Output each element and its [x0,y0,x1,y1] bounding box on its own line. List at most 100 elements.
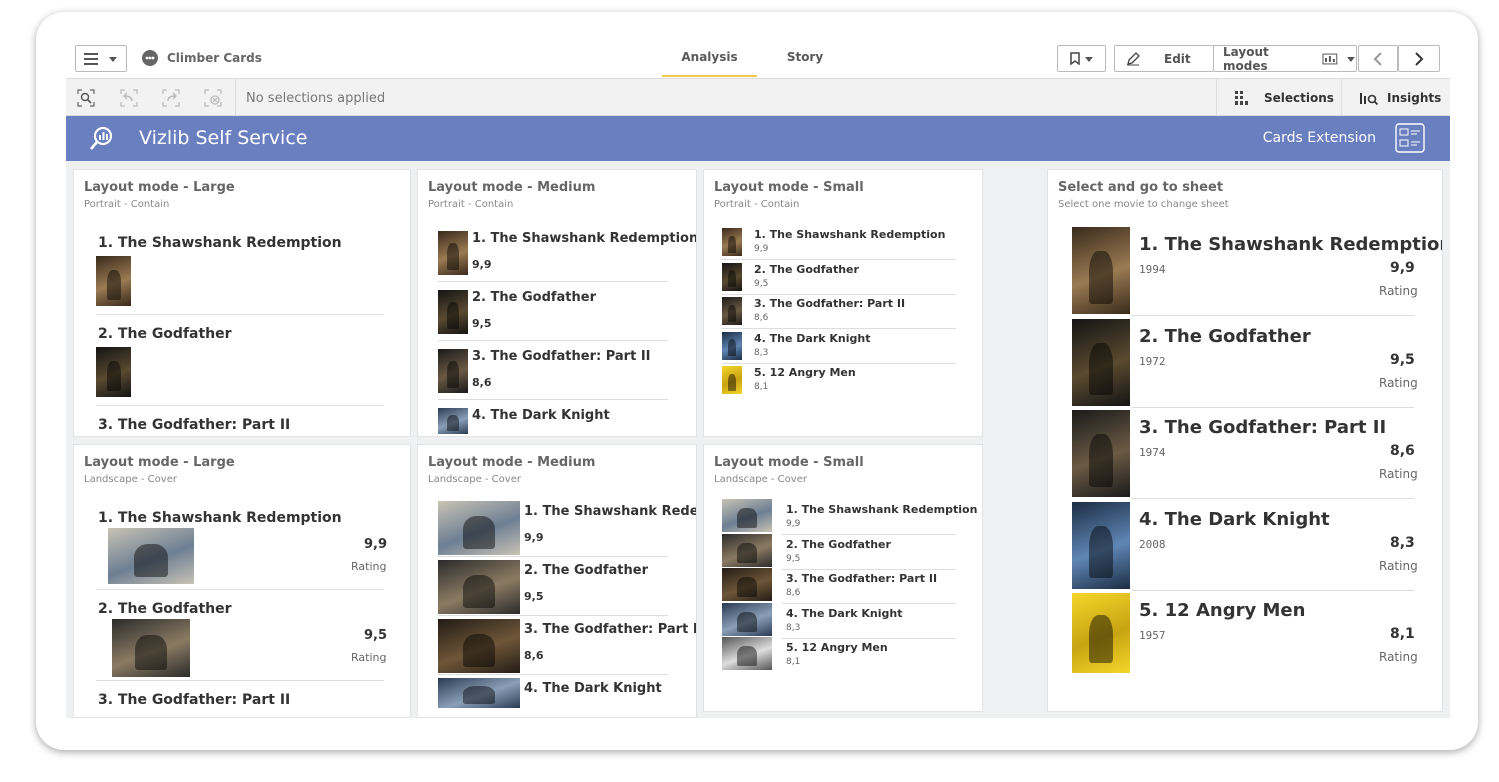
movie-rating: 8,6 [1390,443,1415,459]
movie-rating: 9,9 [472,258,492,271]
card-separator [782,568,956,570]
cards-panel-small-landscape: Layout mode - Small Landscape - Cover 1. T… [703,444,983,712]
chevron-left-icon [1373,51,1382,66]
next-sheet-button[interactable] [1398,45,1440,72]
movie-rating: 8,1 [786,657,801,667]
hamburger-icon [84,52,98,65]
layout-modes-label: Layout modes [1223,44,1269,73]
movie-rating: 8,1 [754,382,769,392]
movie-thumbnail [96,347,131,397]
step-back-icon[interactable] [120,89,138,107]
cards-panel-large-portrait: Layout mode - Large Portrait - Contain 1. … [73,169,411,437]
movie-title: 2. The Godfather [754,262,859,276]
tab-story[interactable]: Story [774,50,836,64]
edit-label: Edit [1164,51,1191,66]
edit-button[interactable]: Edit [1114,45,1214,72]
card-separator [782,534,956,535]
card-separator [722,293,956,295]
movie-thumbnail [722,297,742,325]
rating-label: Rating [351,651,387,664]
movie-thumbnail [722,637,772,670]
thumbnail-figure [1089,251,1113,304]
pencil-icon [1127,51,1140,65]
card-separator [1132,315,1414,316]
thumbnail-figure [1089,434,1113,487]
card-separator [438,556,668,557]
movie-year: 1972 [1139,354,1166,368]
movie-year: 2008 [1139,537,1166,551]
movie-rating: 9,9 [754,244,769,254]
rating-label: Rating [1379,558,1418,573]
cards-panel-medium-portrait: Layout mode - Medium Portrait - Contain 1.… [417,169,697,437]
thumbnail-figure [106,361,121,391]
movie-title: 4. The Dark Knight [524,681,662,696]
panel-title: Layout mode - Large [84,180,235,195]
selections-button[interactable]: Selections [1216,79,1341,117]
movie-thumbnail [108,528,194,584]
movie-thumbnail [722,533,772,567]
movie-title: 3. The Godfather: Part II [98,692,291,708]
movie-rating: 8,6 [786,588,801,598]
layout-icon [1322,53,1338,64]
qlik-app: Climber Cards Analysis Story Edit Layout… [66,38,1450,718]
thumbnail-figure [133,543,169,578]
movie-rating: 9,5 [364,628,388,643]
movie-rating: 9,5 [524,590,544,603]
bookmarks-button[interactable] [1057,45,1106,72]
panel-subtitle: Portrait - Contain [428,199,514,210]
thumbnail-figure [447,415,459,431]
movie-rating: 9,5 [786,553,801,564]
movie-title: 4. The Dark Knight [1139,508,1330,530]
insights-button[interactable]: Insights [1341,79,1450,117]
movie-title: 3. The Godfather: Part II [472,349,651,364]
tab-analysis[interactable]: Analysis [662,50,757,77]
movie-year: 1957 [1139,629,1166,642]
card-separator [722,362,956,364]
card-separator [722,259,956,260]
panel-title: Layout mode - Medium [428,455,596,470]
thumbnail-figure [737,611,757,632]
navigation-menu-button[interactable] [75,45,127,72]
movie-title: 2. The Godfather [98,326,232,342]
thumbnail-figure [462,634,496,667]
movie-title: 2. The Godfather [472,290,597,305]
chevron-right-icon [1415,51,1424,66]
movie-rating: 8,3 [754,347,769,358]
caret-down-icon [1347,56,1356,62]
movie-rating: 8,6 [524,649,544,662]
panel-title: Layout mode - Large [84,455,235,470]
movie-thumbnail [96,256,131,306]
movie-thumbnail [722,568,772,601]
step-forward-icon[interactable] [162,89,180,107]
banner-right-label: Cards Extension [1262,130,1376,146]
movie-thumbnail [722,366,742,394]
selections-bar: No selections applied Selections Insight… [66,78,1450,117]
movie-title: 1. The Shawshank Redemption [754,228,946,241]
thumbnail-figure [1089,615,1113,664]
insights-icon [1360,93,1379,106]
card-separator [438,674,668,675]
cards-panel-medium-landscape: Layout mode - Medium Landscape - Cover 1. … [417,444,697,718]
movie-thumbnail [438,290,468,334]
panel-title: Layout mode - Medium [428,180,596,195]
panel-title: Layout mode - Small [714,455,864,470]
layout-modes-button[interactable]: Layout modes [1213,44,1357,73]
thumbnail-figure [728,235,736,253]
caret-down-icon [109,56,117,62]
card-separator [438,615,668,616]
thumbnail-figure [737,577,757,598]
movie-title: 4. The Dark Knight [786,606,903,620]
movie-thumbnail [722,499,772,532]
app-logo-icon [142,50,158,66]
previous-sheet-button[interactable] [1358,45,1398,72]
clear-selections-icon[interactable] [204,89,222,107]
movie-title: 2. The Godfather [98,601,232,617]
movie-thumbnail [438,501,520,555]
movie-rating: 9,9 [364,537,388,552]
movie-rating: 9,9 [786,519,801,529]
smart-search-icon[interactable] [77,89,95,107]
rating-label: Rating [1379,650,1418,664]
movie-thumbnail [112,619,190,677]
movie-title: 1. The Shawshank Redemption [472,231,697,246]
movie-title: 5. 12 Angry Men [1139,600,1306,621]
